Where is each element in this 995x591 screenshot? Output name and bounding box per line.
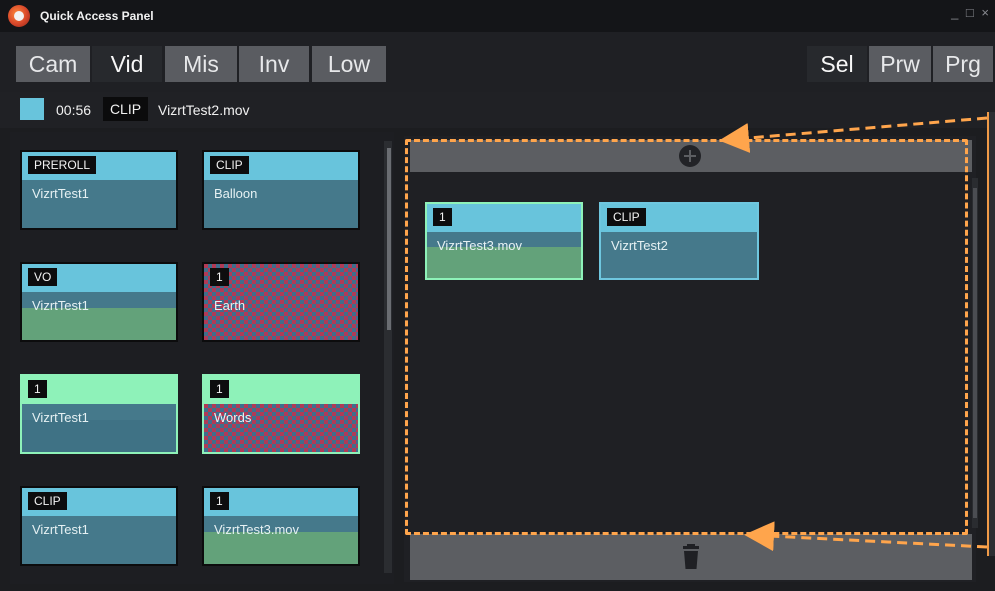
annotation-line <box>987 112 989 556</box>
annotation-arrows <box>719 116 988 552</box>
quick-access-panel-window: Quick Access Panel _ □ × Cam Vid Mis Inv… <box>0 0 995 591</box>
